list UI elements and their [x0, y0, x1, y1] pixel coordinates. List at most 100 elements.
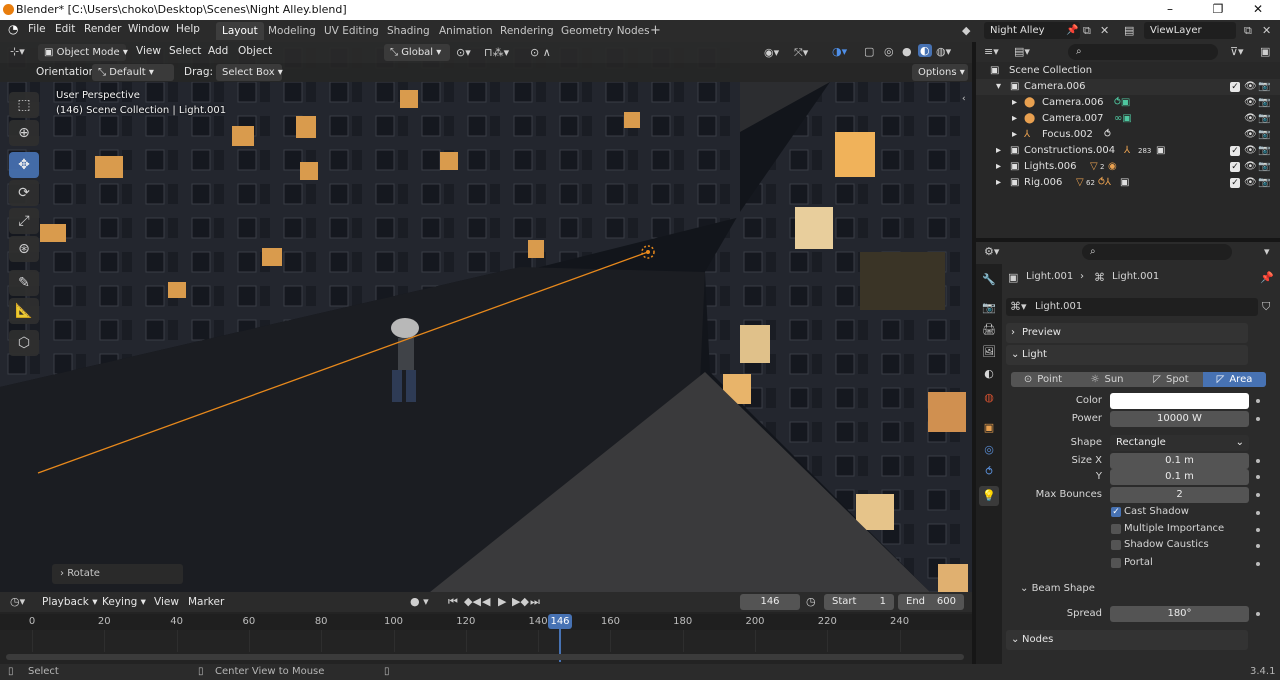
timeline-scrollbar[interactable] [6, 654, 964, 660]
material-shading-icon[interactable]: ◐ [918, 44, 932, 57]
spread-field[interactable]: 180° [1110, 606, 1249, 622]
wireframe-shading-icon[interactable]: ◎ [884, 45, 894, 58]
outliner-row-constructions-004[interactable]: ▸ ▣ Constructions.004 ⅄ 283 ▣ ✓ 👁 📷 [976, 143, 1280, 159]
outliner-row-lights-006[interactable]: ▸ ▣ Lights.006 ▽ 2 ◉ ✓ 👁 📷 [976, 159, 1280, 175]
tab-world[interactable]: ◍ [979, 388, 999, 408]
jump-keyframe-back-icon[interactable]: ◆◀ [464, 595, 481, 608]
eye-icon[interactable]: 👁 [1244, 175, 1257, 191]
add-cube-tool[interactable]: ⬡ [9, 330, 39, 356]
tab-layout[interactable]: Layout [216, 22, 264, 40]
properties-options-icon[interactable]: ▾ [1264, 245, 1270, 258]
new-collection-icon[interactable]: ▣ [1260, 45, 1270, 58]
outliner-row-camera-007[interactable]: ▸ ⬤ Camera.007 ∞▣ 👁 📷 [976, 111, 1280, 127]
pin-icon[interactable]: 📌 [1260, 271, 1274, 284]
viewport-menu-select[interactable]: Select [169, 45, 201, 57]
outliner-row-rig-006[interactable]: ▸ ▣ Rig.006 ▽ 62 ⥀⅄ ▣ ✓ 👁 📷 [976, 175, 1280, 191]
timeline-editor-icon[interactable]: ◷▾ [10, 595, 25, 608]
multiple-importance-checkbox[interactable] [1111, 524, 1121, 534]
keyframe-dot[interactable] [1256, 399, 1260, 403]
cursor-tool[interactable]: ⊕ [9, 120, 39, 146]
fake-user-shield-icon[interactable]: ⛉ [1262, 300, 1270, 314]
editor-type-icon[interactable]: ⊹▾ [10, 45, 25, 58]
select-box-tool[interactable]: ⬚ [9, 92, 39, 118]
end-frame-field[interactable]: End 600 [898, 594, 964, 610]
datablock-name-input[interactable]: Light.001 [1035, 301, 1082, 312]
expand-arrow-icon[interactable]: ▸ [1012, 127, 1017, 143]
delete-view-layer-icon[interactable]: ✕ [1262, 24, 1271, 37]
rotate-tool[interactable]: ⟳ [9, 180, 39, 206]
tab-animation[interactable]: Animation [433, 22, 499, 40]
light-color-swatch[interactable] [1110, 393, 1249, 409]
playhead-indicator[interactable]: 146 [548, 614, 572, 629]
mode-selector[interactable]: ▣ Object Mode ▾ [38, 44, 128, 61]
camera-render-icon[interactable]: 📷 [1258, 127, 1270, 143]
tab-object[interactable]: ▣ [979, 418, 999, 438]
expand-arrow-icon[interactable]: ▸ [1012, 111, 1017, 127]
jump-start-icon[interactable]: ⏮ [448, 595, 458, 609]
light-type-area[interactable]: ◸ Area [1203, 372, 1266, 387]
outliner-editor-icon[interactable]: ≡▾ [984, 45, 999, 58]
viewport-menu-object[interactable]: Object [238, 45, 272, 57]
jump-keyframe-forward-icon[interactable]: ▶◆ [512, 595, 529, 608]
size-y-field[interactable]: 0.1 m [1110, 469, 1249, 485]
keyframe-dot[interactable] [1256, 475, 1260, 479]
shadow-caustics-checkbox[interactable] [1111, 540, 1121, 550]
max-bounces-field[interactable]: 2 [1110, 487, 1249, 503]
tab-modeling[interactable]: Modeling [262, 22, 322, 40]
timeline-menu-playback[interactable]: Playback ▾ [42, 596, 97, 608]
camera-render-icon[interactable]: 📷 [1258, 95, 1270, 111]
pin-icon[interactable]: 📌 [1066, 25, 1078, 36]
eye-icon[interactable]: 👁 [1244, 143, 1257, 159]
light-panel-header[interactable]: ⌄ Light [1006, 345, 1248, 365]
light-type-spot[interactable]: ◸ Spot [1139, 372, 1203, 387]
camera-render-icon[interactable]: 📷 [1258, 175, 1270, 191]
proportional-edit-icon[interactable]: ⊙ ∧ [530, 46, 551, 59]
filter-icon[interactable]: ⊽▾ [1230, 45, 1244, 58]
3d-viewport[interactable]: ⊹▾ ▣ Object Mode ▾ View Select Add Objec… [0, 42, 972, 592]
view-layer-icon[interactable]: ▤ [1124, 24, 1134, 37]
play-icon[interactable]: ▶ [498, 595, 506, 608]
keyframe-dot[interactable] [1256, 493, 1260, 497]
tab-scene[interactable]: ◐ [979, 364, 999, 384]
tab-constraints[interactable]: ⥀ [979, 462, 999, 482]
nodes-panel-header[interactable]: ⌄ Nodes [1006, 630, 1248, 650]
tab-rendering[interactable]: Rendering [494, 22, 560, 40]
scale-tool[interactable]: ⤢ [9, 208, 39, 234]
tab-output[interactable]: 🖨 [979, 320, 999, 340]
preview-range-icon[interactable]: ◷ [806, 595, 816, 608]
minimize-button[interactable]: – [1148, 0, 1192, 20]
auto-keying-icon[interactable]: ● ▾ [410, 595, 429, 608]
last-operator-panel[interactable]: › Rotate [52, 564, 183, 584]
cast-shadow-checkbox[interactable]: ✓ [1111, 507, 1121, 517]
properties-editor-icon[interactable]: ⚙▾ [984, 245, 999, 258]
keyframe-dot[interactable] [1256, 528, 1260, 532]
tab-view-layer[interactable]: 🖼 [979, 342, 999, 362]
eye-icon[interactable]: 👁 [1244, 127, 1257, 143]
play-reverse-icon[interactable]: ◀ [482, 595, 490, 608]
gizmo-icon[interactable]: ⤧▾ [794, 46, 808, 60]
menu-render[interactable]: Render [84, 23, 121, 35]
shape-dropdown[interactable]: Rectangle ⌄ [1110, 435, 1249, 451]
expand-arrow-icon[interactable]: ▾ [996, 79, 1001, 95]
tab-object-data-light[interactable]: 💡 [979, 486, 999, 506]
new-scene-icon[interactable]: ⧉ [1083, 24, 1091, 38]
light-type-point[interactable]: ⊙ Point [1011, 372, 1075, 387]
current-frame-field[interactable]: 146 [740, 594, 800, 610]
size-x-field[interactable]: 0.1 m [1110, 453, 1249, 469]
orientation-dropdown[interactable]: ⤡ Default ▾ [92, 64, 174, 81]
drag-dropdown[interactable]: Select Box ▾ [216, 64, 283, 81]
tab-geometry-nodes[interactable]: Geometry Nodes [555, 22, 656, 40]
include-checkbox[interactable]: ✓ [1230, 82, 1240, 92]
add-workspace-button[interactable]: + [644, 22, 667, 40]
tab-render[interactable]: 📷 [979, 298, 999, 318]
timeline-menu-view[interactable]: View [154, 596, 179, 608]
menu-file[interactable]: File [28, 23, 46, 35]
tab-physics[interactable]: ◎ [979, 440, 999, 460]
move-tool[interactable]: ✥ [9, 152, 39, 178]
maximize-button[interactable]: ❐ [1196, 0, 1240, 20]
camera-render-icon[interactable]: 📷 [1258, 111, 1270, 127]
timeline-menu-keying[interactable]: Keying ▾ [102, 596, 146, 608]
expand-arrow-icon[interactable]: ▸ [996, 143, 1001, 159]
sidebar-toggle-icon[interactable]: ‹ [962, 94, 966, 104]
keyframe-dot[interactable] [1256, 511, 1260, 515]
